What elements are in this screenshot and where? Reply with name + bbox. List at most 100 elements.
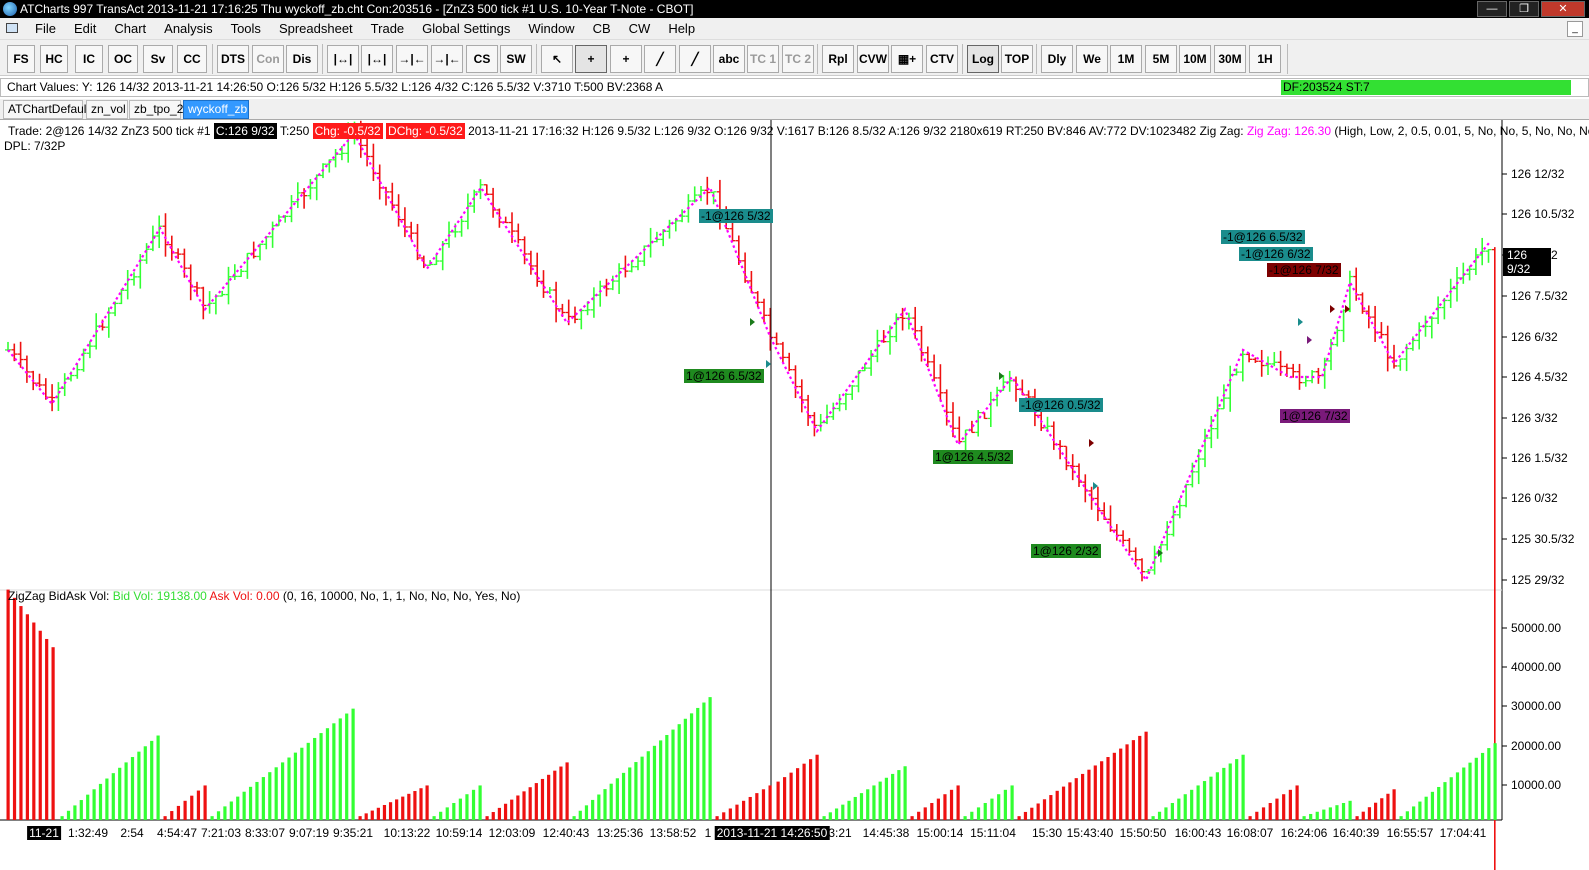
tab-wyckoff_zb[interactable]: wyckoff_zb	[183, 100, 249, 119]
volume-bar	[491, 812, 495, 820]
volume-bar	[822, 816, 826, 820]
toolbar-button-12[interactable]: →|←	[431, 45, 463, 73]
volume-bar	[370, 810, 374, 820]
tab-zb_tpo_2[interactable]: zb_tpo_2	[129, 100, 183, 119]
volume-bar	[216, 811, 221, 820]
volume-bar	[547, 774, 551, 820]
toolbar-button-3[interactable]: OC	[108, 45, 138, 73]
volume-bar	[930, 802, 934, 820]
time-axis-label: 3:21	[828, 826, 852, 840]
volume-bar	[1474, 757, 1478, 820]
volume-bar	[223, 806, 227, 820]
menu-item-file[interactable]: File	[26, 21, 65, 37]
tab-zn_vol[interactable]: zn_vol	[86, 100, 128, 119]
menu-item-window[interactable]: Window	[519, 21, 583, 37]
menu-item-tools[interactable]: Tools	[222, 21, 270, 37]
toolbar-button-14[interactable]: SW	[500, 45, 532, 73]
volume-bar	[38, 630, 42, 820]
toolbar-button-23[interactable]: Rpl	[822, 45, 854, 73]
minimize-button[interactable]: —	[1477, 1, 1507, 17]
time-axis-label: 14:45:38	[862, 826, 910, 840]
menu-item-cb[interactable]: CB	[584, 21, 620, 37]
toolbar-button-2[interactable]: IC	[75, 45, 103, 73]
toolbar-button-25[interactable]: ▦+	[891, 45, 923, 73]
toolbar-button-31[interactable]: 1M	[1110, 45, 1142, 73]
toolbar-separator	[1036, 44, 1037, 74]
time-axis-label: 15:43:40	[1066, 826, 1114, 840]
window-titlebar: ATCharts 997 TransAct 2013-11-21 17:16:2…	[0, 0, 1589, 18]
volume-bar	[150, 740, 154, 820]
volume-bar	[1275, 798, 1279, 820]
toolbar-button-24[interactable]: CVW	[857, 45, 889, 73]
toolbar-button-28[interactable]: TOP	[1001, 45, 1033, 73]
restore-button[interactable]: ❐	[1509, 1, 1539, 17]
menu-item-help[interactable]: Help	[659, 21, 704, 37]
toolbar-button-9[interactable]: |↔|	[327, 45, 359, 73]
toolbar-button-0[interactable]: FS	[7, 45, 35, 73]
close-button[interactable]: ✕	[1541, 1, 1585, 17]
volume-bar	[1049, 795, 1053, 820]
volume-indicator-name: ZigZag BidAsk Vol:	[8, 589, 110, 603]
menu-item-chart[interactable]: Chart	[105, 21, 155, 37]
volume-bar	[708, 697, 712, 820]
toolbar-button-30[interactable]: We	[1076, 45, 1108, 73]
price-chart[interactable]	[0, 120, 1589, 870]
toolbar-button-16[interactable]: +	[575, 45, 607, 73]
time-axis-label: 1	[704, 826, 712, 840]
volume-bar	[891, 773, 895, 820]
document-icon[interactable]	[6, 23, 18, 33]
toolbar-button-26[interactable]: CTV	[926, 45, 958, 73]
current-price-label: 126 9/32	[1503, 248, 1551, 276]
volume-bar	[12, 597, 17, 820]
volume-bar	[413, 791, 417, 820]
toolbar-button-33[interactable]: 10M	[1179, 45, 1211, 73]
toolbar-button-13[interactable]: CS	[466, 45, 498, 73]
toolbar-button-18[interactable]: ╱	[644, 45, 676, 73]
menu-item-global-settings[interactable]: Global Settings	[413, 21, 519, 37]
menu-item-cw[interactable]: CW	[620, 21, 660, 37]
volume-bar	[452, 802, 456, 820]
toolbar-button-11[interactable]: →|←	[396, 45, 428, 73]
tab-atchartdefault[interactable]: ATChartDefault	[3, 100, 90, 119]
trade-details: 2013-11-21 17:16:32 H:126 9.5/32 L:126 9…	[468, 124, 1244, 138]
toolbar-button-8[interactable]: Dis	[286, 45, 318, 73]
menu-item-spreadsheet[interactable]: Spreadsheet	[270, 21, 362, 37]
toolbar-button-6[interactable]: DTS	[217, 45, 249, 73]
toolbar-button-5[interactable]: CC	[177, 45, 207, 73]
volume-bar	[1255, 811, 1259, 820]
toolbar-button-19[interactable]: ╱	[679, 45, 711, 73]
toolbar-button-10[interactable]: |↔|	[361, 45, 393, 73]
chart-values-bar: Chart Values: Y: 126 14/32 2013-11-21 14…	[0, 78, 1589, 97]
toolbar-button-20[interactable]: abc	[713, 45, 745, 73]
toolbar-button-22[interactable]: TC 2	[782, 45, 814, 73]
time-axis-label: 7:21:03	[200, 826, 242, 840]
menu-item-trade[interactable]: Trade	[362, 21, 413, 37]
mdi-minimize-icon[interactable]: _	[1567, 21, 1583, 37]
volume-bar	[1462, 767, 1466, 820]
toolbar-button-17[interactable]: +	[610, 45, 642, 73]
volume-bar	[255, 781, 259, 820]
time-axis-label: 2013-11-21 14:26:50	[714, 826, 830, 840]
toolbar-button-34[interactable]: 30M	[1214, 45, 1246, 73]
menu-item-edit[interactable]: Edit	[65, 21, 105, 37]
toolbar-button-29[interactable]: Dly	[1041, 45, 1073, 73]
volume-bar	[60, 816, 64, 820]
toolbar-button-21[interactable]: TC 1	[747, 45, 779, 73]
volume-bar	[485, 816, 489, 820]
volume-bar	[878, 781, 882, 820]
trade-marker	[1330, 305, 1335, 313]
toolbar-button-7[interactable]: Con	[252, 45, 284, 73]
toolbar-button-4[interactable]: Sv	[143, 45, 173, 73]
volume-bar	[66, 810, 71, 820]
volume-bar	[395, 799, 399, 820]
volume-bar	[572, 816, 576, 820]
toolbar-button-1[interactable]: HC	[40, 45, 68, 73]
menu-item-analysis[interactable]: Analysis	[155, 21, 221, 37]
volume-bar	[1241, 754, 1245, 820]
toolbar-button-27[interactable]: Log	[967, 45, 999, 73]
toolbar-button-32[interactable]: 5M	[1145, 45, 1177, 73]
toolbar-button-35[interactable]: 1H	[1249, 45, 1281, 73]
toolbar-button-15[interactable]: ↖	[541, 45, 573, 73]
globe-icon	[3, 2, 17, 16]
volume-bar	[1010, 785, 1014, 820]
